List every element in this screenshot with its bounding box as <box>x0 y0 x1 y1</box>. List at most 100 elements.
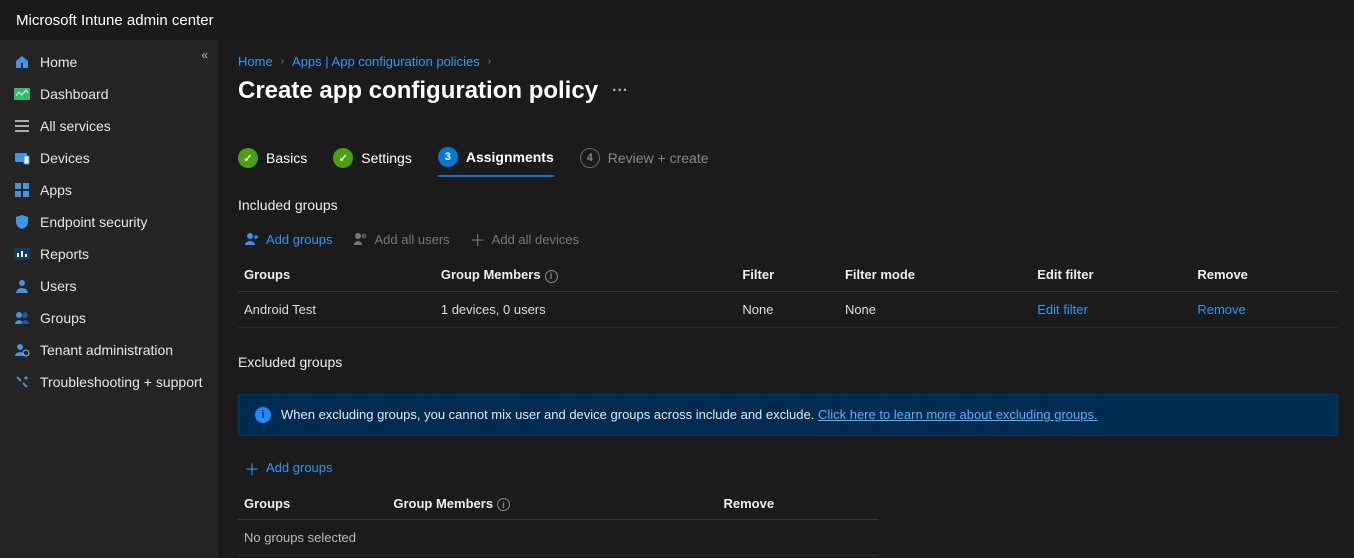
table-row-empty: No groups selected <box>238 520 878 556</box>
exclude-info-bar: i When excluding groups, you cannot mix … <box>238 394 1338 436</box>
info-learn-more-link[interactable]: Click here to learn more about excluding… <box>818 407 1098 422</box>
col-filter: Filter <box>736 259 839 291</box>
chevron-right-icon: › <box>281 56 284 67</box>
breadcrumb-apps[interactable]: Apps | App configuration policies <box>292 54 480 69</box>
sidebar-item-users[interactable]: Users <box>0 270 218 302</box>
sidebar: « Home Dashboard All services Devices Ap… <box>0 40 218 558</box>
col-members: Group Membersi <box>387 488 717 520</box>
step-label: Review + create <box>608 150 709 166</box>
add-all-devices-button[interactable]: ＋ Add all devices <box>470 227 579 251</box>
more-actions-icon[interactable]: ··· <box>612 82 628 100</box>
sidebar-item-home[interactable]: Home <box>0 46 218 78</box>
sidebar-item-reports[interactable]: Reports <box>0 238 218 270</box>
sidebar-item-label: Groups <box>40 310 86 326</box>
sidebar-item-label: All services <box>40 118 111 134</box>
groups-icon <box>14 310 30 326</box>
check-icon: ✓ <box>238 148 258 168</box>
sidebar-item-label: Home <box>40 54 77 70</box>
breadcrumb-home[interactable]: Home <box>238 54 273 69</box>
sidebar-item-apps[interactable]: Apps <box>0 174 218 206</box>
plus-icon: ＋ <box>470 227 486 251</box>
action-label: Add groups <box>266 232 333 247</box>
main-layout: « Home Dashboard All services Devices Ap… <box>0 40 1354 558</box>
apps-icon <box>14 182 30 198</box>
step-review-create[interactable]: 4 Review + create <box>580 147 709 177</box>
edit-filter-link[interactable]: Edit filter <box>1037 302 1088 317</box>
step-number: 3 <box>438 147 458 167</box>
step-assignments[interactable]: 3 Assignments <box>438 147 554 177</box>
col-filter-mode: Filter mode <box>839 259 1031 291</box>
sidebar-item-troubleshooting[interactable]: Troubleshooting + support <box>0 366 218 398</box>
step-settings[interactable]: ✓ Settings <box>333 147 412 177</box>
cell-group-name: Android Test <box>238 291 435 327</box>
info-icon: i <box>255 407 271 423</box>
step-label: Basics <box>266 150 307 166</box>
sidebar-item-label: Reports <box>40 246 89 262</box>
cell-members: 1 devices, 0 users <box>435 291 736 327</box>
action-label: Add all users <box>375 232 450 247</box>
check-icon: ✓ <box>333 148 353 168</box>
table-row: Android Test 1 devices, 0 users None Non… <box>238 291 1338 327</box>
add-all-users-button[interactable]: Add all users <box>353 231 450 247</box>
excluded-groups-table: Groups Group Membersi Remove No groups s… <box>238 488 878 557</box>
sidebar-item-groups[interactable]: Groups <box>0 302 218 334</box>
home-icon <box>14 54 30 70</box>
top-bar: Microsoft Intune admin center <box>0 0 1354 40</box>
col-remove: Remove <box>1191 259 1338 291</box>
info-icon[interactable]: i <box>497 498 510 511</box>
add-groups-button[interactable]: Add groups <box>244 231 333 247</box>
step-label: Settings <box>361 150 412 166</box>
cell-filter-mode: None <box>839 291 1031 327</box>
included-groups-heading: Included groups <box>238 197 1354 213</box>
page-title: Create app configuration policy <box>238 77 598 105</box>
remove-link[interactable]: Remove <box>1197 302 1245 317</box>
user-icon <box>14 278 30 294</box>
sidebar-item-all-services[interactable]: All services <box>0 110 218 142</box>
plus-icon: ＋ <box>244 456 260 480</box>
sidebar-item-label: Troubleshooting + support <box>40 374 203 390</box>
dashboard-icon <box>14 86 30 102</box>
col-members: Group Membersi <box>435 259 736 291</box>
page-title-row: Create app configuration policy ··· <box>238 77 1354 105</box>
admin-icon <box>14 342 30 358</box>
col-remove: Remove <box>717 488 878 520</box>
sidebar-item-tenant-admin[interactable]: Tenant administration <box>0 334 218 366</box>
list-icon <box>14 118 30 134</box>
devices-icon <box>14 150 30 166</box>
users-icon <box>353 231 369 247</box>
sidebar-item-endpoint-security[interactable]: Endpoint security <box>0 206 218 238</box>
sidebar-item-label: Devices <box>40 150 90 166</box>
action-label: Add all devices <box>492 232 579 247</box>
info-icon[interactable]: i <box>545 270 558 283</box>
add-excluded-groups-button[interactable]: ＋ Add groups <box>244 456 333 480</box>
included-groups-table: Groups Group Membersi Filter Filter mode… <box>238 259 1338 328</box>
add-person-icon <box>244 231 260 247</box>
sidebar-item-label: Users <box>40 278 77 294</box>
sidebar-item-label: Dashboard <box>40 86 109 102</box>
sidebar-item-label: Endpoint security <box>40 214 147 230</box>
step-basics[interactable]: ✓ Basics <box>238 147 307 177</box>
breadcrumb: Home › Apps | App configuration policies… <box>238 54 1354 69</box>
info-text: When excluding groups, you cannot mix us… <box>281 407 1098 422</box>
sidebar-item-label: Apps <box>40 182 72 198</box>
excluded-actions: ＋ Add groups <box>244 456 1354 480</box>
content-area: Home › Apps | App configuration policies… <box>218 40 1354 558</box>
wizard-steps: ✓ Basics ✓ Settings 3 Assignments 4 Revi… <box>238 147 1354 177</box>
chevron-right-icon: › <box>488 56 491 67</box>
action-label: Add groups <box>266 460 333 475</box>
col-edit-filter: Edit filter <box>1031 259 1191 291</box>
step-number: 4 <box>580 148 600 168</box>
col-groups: Groups <box>238 259 435 291</box>
step-label: Assignments <box>466 149 554 165</box>
col-groups: Groups <box>238 488 387 520</box>
cell-filter: None <box>736 291 839 327</box>
reports-icon <box>14 246 30 262</box>
shield-icon <box>14 214 30 230</box>
product-name: Microsoft Intune admin center <box>16 12 214 29</box>
sidebar-item-dashboard[interactable]: Dashboard <box>0 78 218 110</box>
empty-text: No groups selected <box>238 520 878 556</box>
sidebar-item-devices[interactable]: Devices <box>0 142 218 174</box>
excluded-groups-heading: Excluded groups <box>238 354 1354 370</box>
sidebar-item-label: Tenant administration <box>40 342 173 358</box>
collapse-sidebar-icon[interactable]: « <box>201 48 208 62</box>
